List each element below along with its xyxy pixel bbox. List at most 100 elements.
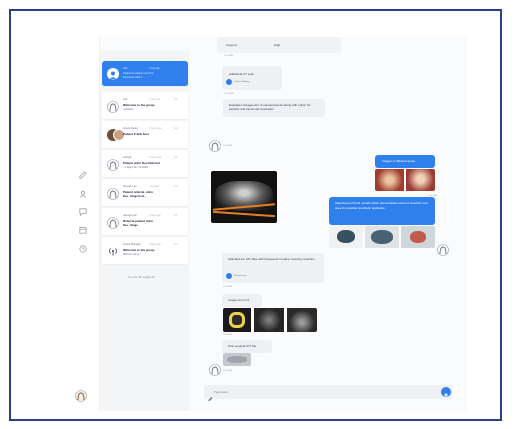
user-dot-icon xyxy=(226,79,232,85)
send-button[interactable] xyxy=(441,387,451,397)
message-composer xyxy=(204,385,453,401)
avatar xyxy=(107,216,119,229)
stl-thumbnail[interactable] xyxy=(223,353,251,366)
calendar-icon[interactable] xyxy=(79,226,87,234)
edit-icon[interactable] xyxy=(79,171,87,179)
avatar-outline-icon xyxy=(209,363,221,376)
message-text: Images from CT xyxy=(228,298,250,302)
conversation-name: Lab xyxy=(123,98,128,101)
conversation-preview: We'll be using... xyxy=(123,253,142,256)
conversation-title: Patient referral, John xyxy=(123,190,154,194)
conversation-time: 2 min ago xyxy=(149,67,160,70)
chat-panel: Urgency High 10:45 AM Additional CT scan… xyxy=(189,37,467,411)
avatar xyxy=(107,68,119,80)
conversation-count: 1/2 xyxy=(174,127,178,130)
ct-image-group[interactable] xyxy=(223,308,317,332)
conversation-item[interactable]: Grade Kenny 2 hours ago 1/2 Patient Fran… xyxy=(102,121,188,149)
message-input[interactable] xyxy=(214,388,434,396)
urgency-label: Urgency xyxy=(226,43,238,47)
message-time: 10:45 AM xyxy=(224,55,234,57)
message-text: Post surgical STL file xyxy=(228,344,257,348)
conversation-time: 2 days ago xyxy=(149,214,161,217)
message-meta: Sarah Goldberg xyxy=(234,81,250,83)
avatar-outline-icon xyxy=(107,217,119,229)
send-icon xyxy=(444,393,448,397)
avatar-outline-icon xyxy=(107,101,119,113)
message-time: 10:46 AM xyxy=(223,145,233,147)
conversation-preview: Updated... xyxy=(123,108,135,111)
conversation-name: George xyxy=(123,156,132,159)
user-avatar[interactable] xyxy=(75,389,87,402)
conversation-time: Yesterday xyxy=(149,185,160,188)
avatar-outline-icon xyxy=(107,188,119,200)
conversation-time: 3 days ago xyxy=(149,243,161,246)
message-bubble-sent: Images of affected areas xyxy=(375,155,435,168)
message-time: 10:45 AM xyxy=(224,93,234,95)
conversation-item[interactable]: George Lee 2 days ago 1/2 Referral patie… xyxy=(102,208,188,236)
message-bubble-sent: Attached you'll find models which demons… xyxy=(329,197,435,225)
conversation-title: Patient Frank Kerr xyxy=(123,132,150,136)
conversation-time: 1 hour ago xyxy=(149,98,161,101)
list-footer: You are all caught up! xyxy=(128,275,155,279)
message-text: Additional CT scan xyxy=(229,72,255,76)
conversation-name: Grade Kenny xyxy=(123,127,139,130)
conversation-time: 2 hours ago xyxy=(149,127,162,130)
conversation-item[interactable]: George 3 hours ago 1/2 Patient John Doe … xyxy=(102,150,188,178)
user-dot-icon xyxy=(226,273,232,279)
conversation-count: 1/2 xyxy=(174,243,178,246)
conversation-preview: - Image from 10.2020 xyxy=(123,166,148,169)
conversation-title: Referral patient John xyxy=(123,219,154,223)
conversation-title-line2: Doe - Image xyxy=(123,224,138,227)
conversation-item[interactable]: Group Manager 3 days ago 1/2 Welcome to … xyxy=(102,237,188,265)
conversation-count: 1/2 xyxy=(174,156,178,159)
avatar-outline-icon xyxy=(209,139,221,152)
avatar xyxy=(107,100,119,113)
message-bubble: Post surgical STL file xyxy=(222,340,272,353)
message-bubble: Images from CT xyxy=(222,294,262,307)
conversation-title: Patient John Doe Referral xyxy=(123,161,160,165)
info-table: Urgency High xyxy=(217,37,341,53)
message-bubble: Additional CT scan Sarah Goldberg xyxy=(222,66,282,90)
broadcast-icon xyxy=(107,244,119,256)
message-time: 10:49 AM xyxy=(223,286,233,288)
conversation-name: Group Manager xyxy=(123,243,142,246)
ct-thumbnail xyxy=(254,308,284,332)
ct-scan-image[interactable] xyxy=(211,171,277,223)
conversation-count: 1/2 xyxy=(174,185,178,188)
attached-model-group[interactable] xyxy=(329,226,435,248)
chat-icon[interactable] xyxy=(79,208,87,216)
app-window: Lab 2 min ago Please let patient Lee fro… xyxy=(65,37,467,411)
conversation-title: Welcome to the group xyxy=(123,248,155,252)
attached-photo-group[interactable] xyxy=(375,169,435,191)
conversation-item-active[interactable]: Lab 2 min ago Please let patient Lee fro… xyxy=(102,61,188,87)
conversation-count: 1/2 xyxy=(174,214,178,217)
conversation-time: 3 hours ago xyxy=(149,156,162,159)
conversation-title: Welcome to the group xyxy=(123,103,155,107)
avatar xyxy=(107,158,119,171)
urgency-value: High xyxy=(274,43,281,47)
message-text: Images of affected areas xyxy=(382,159,415,163)
conversation-preview-line2: Encounter with 2 ... xyxy=(123,76,146,79)
model-photo xyxy=(365,226,399,248)
ct-thumbnail xyxy=(287,308,317,332)
conversation-preview: Please let patient Lee from xyxy=(123,72,154,75)
conversation-name: George Lee xyxy=(123,214,137,217)
conversation-item[interactable]: George Lee Yesterday 1/2 Patient referra… xyxy=(102,179,188,207)
conversation-name: George Lee xyxy=(123,185,137,188)
conversation-item[interactable]: Lab 1 hour ago 1/2 Welcome to the group … xyxy=(102,92,188,120)
nav-rail xyxy=(65,37,100,411)
ct-thumbnail xyxy=(223,308,251,332)
pencil-icon[interactable] xyxy=(208,389,213,401)
clock-icon[interactable] xyxy=(79,245,87,253)
model-photo xyxy=(401,226,435,248)
annotation-line xyxy=(213,210,275,218)
conversation-list: Lab 2 min ago Please let patient Lee fro… xyxy=(100,51,189,411)
model-photo xyxy=(329,226,363,248)
intraoral-photo xyxy=(406,169,435,191)
screenshot-frame: Lab 2 min ago Please let patient Lee fro… xyxy=(9,9,502,421)
conversation-count: 1/2 xyxy=(174,98,178,101)
users-icon[interactable] xyxy=(79,190,87,198)
person-icon xyxy=(109,71,117,80)
message-time: 10:50 AM xyxy=(223,334,233,336)
avatar-outline-icon xyxy=(107,159,119,171)
